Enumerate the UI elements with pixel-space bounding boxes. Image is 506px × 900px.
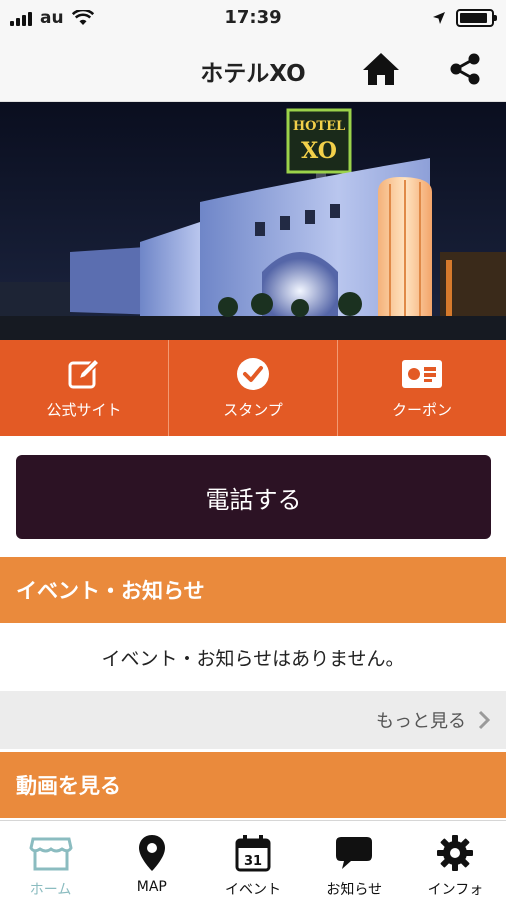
hero-sign-main: XO	[301, 138, 337, 164]
tab-news[interactable]: お知らせ	[304, 821, 405, 900]
location-arrow-icon	[433, 12, 445, 24]
more-label: もっと見る	[376, 711, 466, 732]
events-more-link[interactable]: もっと見る	[0, 691, 506, 749]
official-site-tile[interactable]: 公式サイト	[0, 340, 169, 436]
videos-title: 動画を見る	[16, 774, 121, 798]
status-bar: au 17:39	[0, 0, 506, 36]
events-empty-message: イベント・お知らせはありません。	[0, 623, 506, 691]
hotel-photo: HOTEL XO	[0, 102, 506, 340]
home-button[interactable]	[360, 48, 402, 90]
hotel-hero-image: HOTEL XO	[0, 102, 506, 340]
tab-bar: ホーム MAP 31 イベント お知らせ インフォ	[0, 820, 506, 900]
tab-home-label: ホーム	[29, 882, 72, 898]
battery-level	[460, 13, 487, 23]
tab-events[interactable]: 31 イベント	[202, 821, 303, 900]
hero-sign-top: HOTEL	[293, 119, 345, 134]
tab-info-label: インフォ	[427, 882, 484, 898]
tab-map[interactable]: MAP	[101, 821, 202, 900]
battery-icon	[456, 9, 497, 27]
check-badge-icon	[236, 357, 270, 391]
stamp-label: スタンプ	[223, 400, 283, 419]
status-right	[432, 9, 497, 27]
edit-icon	[67, 357, 101, 391]
stamp-tile[interactable]: スタンプ	[169, 340, 338, 436]
app-header: ホテルXO	[0, 36, 506, 102]
call-button[interactable]: 電話する	[16, 455, 491, 539]
gear-icon	[436, 833, 474, 873]
page-title: ホテルXO	[200, 61, 306, 87]
chevron-right-icon	[478, 710, 490, 730]
action-tiles: 公式サイト スタンプ クーポン	[0, 340, 506, 436]
map-pin-icon	[138, 833, 166, 873]
share-button[interactable]	[444, 48, 486, 90]
share-icon	[450, 53, 480, 85]
videos-section-header[interactable]: 動画を見る	[0, 752, 506, 818]
status-time: 17:39	[224, 7, 282, 28]
calendar-icon: 31	[235, 833, 271, 873]
tab-map-label: MAP	[136, 879, 167, 895]
tab-events-label: イベント	[225, 882, 281, 898]
tab-news-label: お知らせ	[326, 882, 383, 898]
home-icon	[363, 53, 399, 85]
coupon-label: クーポン	[391, 400, 452, 419]
tab-info[interactable]: インフォ	[405, 821, 506, 900]
store-icon	[28, 833, 73, 873]
coupon-icon	[402, 357, 442, 391]
calendar-day: 31	[244, 854, 262, 869]
coupon-tile[interactable]: クーポン	[338, 340, 506, 436]
events-section-header: イベント・お知らせ	[0, 557, 506, 623]
chat-bubble-icon	[335, 833, 373, 873]
tab-home[interactable]: ホーム	[0, 821, 101, 900]
official-site-label: 公式サイト	[46, 400, 122, 419]
